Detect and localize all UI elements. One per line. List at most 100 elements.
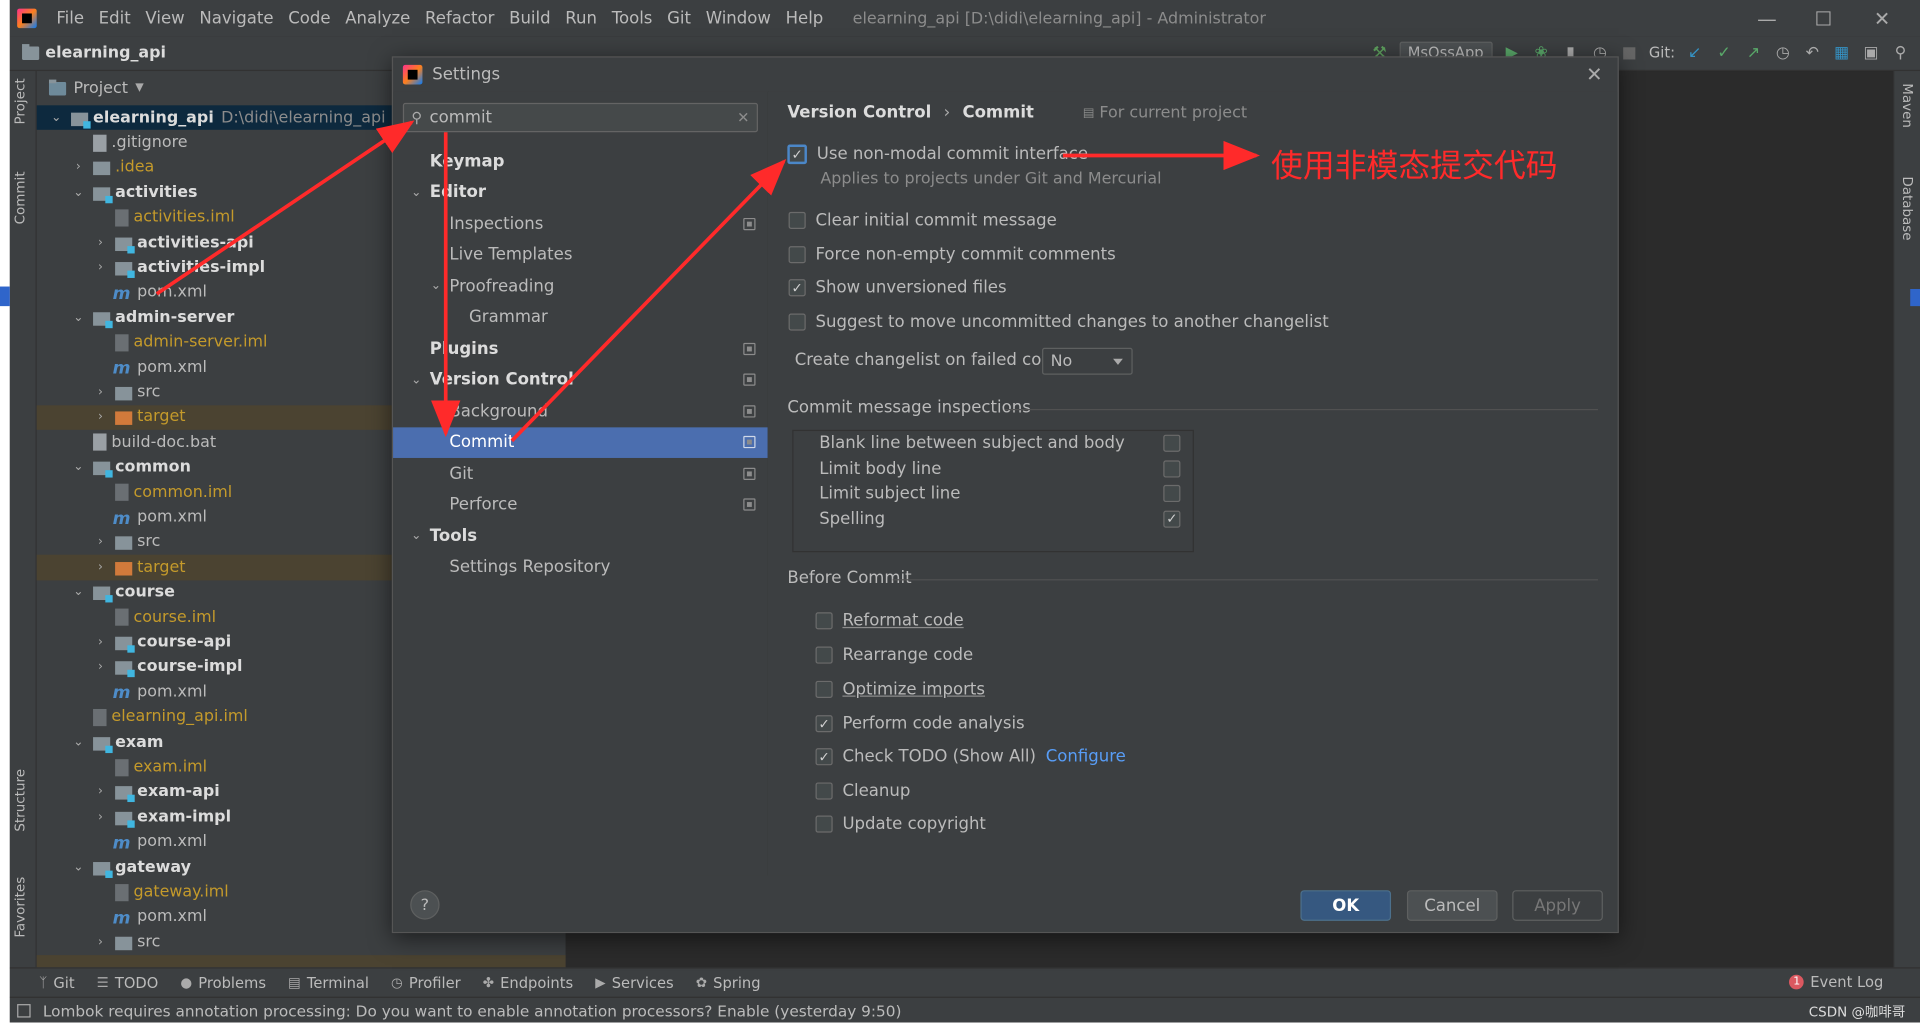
commit-tool-tab[interactable]: Commit xyxy=(12,171,28,224)
todo-tool-button[interactable]: ☰ TODO xyxy=(97,974,159,991)
settings-search-input[interactable]: ⚲ commit ✕ xyxy=(402,102,758,133)
status-message[interactable]: Lombok requires annotation processing: D… xyxy=(43,1001,902,1019)
favorites-tool-tab[interactable]: Favorites xyxy=(12,877,28,938)
before-reformat-code[interactable]: Reformat code xyxy=(815,611,964,631)
menu-code[interactable]: Code xyxy=(281,9,338,29)
menu-view[interactable]: View xyxy=(138,9,192,29)
inspection-row[interactable]: Spelling ✓ xyxy=(793,506,1192,531)
before-rearrange-code[interactable]: Rearrange code xyxy=(815,645,973,665)
nav-plugins[interactable]: Plugins xyxy=(393,333,768,364)
configure-link[interactable]: Configure xyxy=(1046,747,1126,767)
project-structure-icon[interactable]: ▦ xyxy=(1832,43,1852,63)
option-force-non-empty[interactable]: Force non-empty commit comments xyxy=(788,245,1116,264)
cancel-button[interactable]: Cancel xyxy=(1406,890,1498,921)
nav-version-control[interactable]: ⌄ Version Control xyxy=(393,364,768,395)
checkbox-unchecked[interactable] xyxy=(1163,460,1181,478)
breadcrumb-version-control[interactable]: Version Control xyxy=(787,103,931,123)
git-push-icon[interactable]: ↗ xyxy=(1744,43,1764,63)
before-update-copyright[interactable]: Update copyright xyxy=(815,814,986,834)
history-icon[interactable]: ◷ xyxy=(1773,43,1793,63)
menu-file[interactable]: File xyxy=(49,9,91,29)
menu-git[interactable]: Git xyxy=(660,9,699,29)
services-tool-button[interactable]: ▶ Services xyxy=(595,974,673,991)
help-button[interactable]: ? xyxy=(410,890,440,920)
checkbox-checked[interactable]: ✓ xyxy=(815,715,833,733)
checkbox-unchecked[interactable] xyxy=(815,782,833,800)
menu-build[interactable]: Build xyxy=(502,9,558,29)
apply-button[interactable]: Apply xyxy=(1512,890,1603,921)
checkbox-checked[interactable]: ✓ xyxy=(1163,510,1181,528)
option-non-modal-commit[interactable]: ✓ Use non-modal commit interface xyxy=(787,144,1088,165)
maximize-icon[interactable]: ☐ xyxy=(1795,0,1851,37)
status-toggle-icon[interactable] xyxy=(17,1003,31,1017)
option-suggest-move[interactable]: Suggest to move uncommitted changes to a… xyxy=(788,312,1329,332)
nav-git[interactable]: Git xyxy=(393,458,768,489)
git-tool-button[interactable]: ᛉ Git xyxy=(39,974,74,991)
changelist-select[interactable]: No xyxy=(1042,347,1133,375)
inspection-row[interactable]: Limit subject line xyxy=(793,481,1192,506)
close-icon[interactable]: ✕ xyxy=(1583,62,1605,85)
checkbox-unchecked[interactable] xyxy=(815,646,833,664)
problems-tool-button[interactable]: ● Problems xyxy=(180,974,266,991)
checkbox-unchecked[interactable] xyxy=(815,815,833,833)
menu-analyze[interactable]: Analyze xyxy=(338,9,418,29)
profiler-tool-button[interactable]: ◷ Profiler xyxy=(391,974,461,991)
checkbox-checked[interactable]: ✓ xyxy=(787,144,807,165)
structure-tool-tab[interactable]: Structure xyxy=(12,769,28,832)
menu-tools[interactable]: Tools xyxy=(604,9,659,29)
tree-row-partial[interactable] xyxy=(36,954,566,967)
nav-editor[interactable]: ⌄ Editor xyxy=(393,177,768,208)
checkbox-checked[interactable]: ✓ xyxy=(815,748,833,766)
layout-icon[interactable]: ▣ xyxy=(1861,43,1881,63)
checkbox-unchecked[interactable] xyxy=(1163,485,1181,503)
checkbox-unchecked[interactable] xyxy=(815,612,833,630)
checkbox-unchecked[interactable] xyxy=(788,246,806,264)
tree-row[interactable]: › src xyxy=(37,930,566,955)
nav-background[interactable]: Background xyxy=(393,396,768,427)
nav-inspections[interactable]: Inspections xyxy=(393,208,768,239)
close-window-icon[interactable]: ✕ xyxy=(1854,0,1910,37)
option-show-unversioned[interactable]: ✓ Show unversioned files xyxy=(788,278,1007,298)
project-tool-tab[interactable]: Project xyxy=(12,78,28,124)
git-commit-icon[interactable]: ✓ xyxy=(1714,43,1734,63)
terminal-tool-button[interactable]: ▤ Terminal xyxy=(288,974,369,991)
clear-search-icon[interactable]: ✕ xyxy=(737,109,749,126)
nav-grammar[interactable]: Grammar xyxy=(393,302,768,333)
menu-window[interactable]: Window xyxy=(698,9,778,29)
nav-keymap[interactable]: Keymap xyxy=(393,146,768,177)
spring-tool-button[interactable]: ✿ Spring xyxy=(696,974,761,991)
ok-button[interactable]: OK xyxy=(1300,890,1392,921)
minimize-icon[interactable]: — xyxy=(1739,0,1795,37)
search-everywhere-icon[interactable]: ⚲ xyxy=(1891,43,1911,63)
menu-edit[interactable]: Edit xyxy=(91,9,138,29)
maven-tool-tab[interactable]: Maven xyxy=(1899,83,1915,128)
before-perform-analysis[interactable]: ✓ Perform code analysis xyxy=(815,714,1025,733)
menu-help[interactable]: Help xyxy=(778,9,830,29)
nav-perforce[interactable]: Perforce xyxy=(393,489,768,520)
before-cleanup[interactable]: Cleanup xyxy=(815,781,910,801)
nav-live-templates[interactable]: Live Templates xyxy=(393,239,768,270)
inspection-row[interactable]: Limit body line xyxy=(793,456,1192,481)
menu-navigate[interactable]: Navigate xyxy=(192,9,281,29)
nav-commit[interactable]: Commit xyxy=(393,426,768,458)
menu-run[interactable]: Run xyxy=(558,9,604,29)
option-clear-initial-message[interactable]: Clear initial commit message xyxy=(788,211,1057,230)
menu-refactor[interactable]: Refactor xyxy=(418,9,502,29)
nav-tools[interactable]: ⌄ Tools xyxy=(393,520,768,551)
rollback-icon[interactable]: ↶ xyxy=(1802,43,1822,63)
endpoints-tool-button[interactable]: ✤ Endpoints xyxy=(483,974,573,991)
checkbox-checked[interactable]: ✓ xyxy=(788,279,806,297)
checkbox-unchecked[interactable] xyxy=(1163,435,1181,453)
stop-icon[interactable]: ■ xyxy=(1620,43,1640,63)
checkbox-unchecked[interactable] xyxy=(788,313,806,331)
database-tool-tab[interactable]: Database xyxy=(1899,176,1915,240)
before-optimize-imports[interactable]: Optimize imports xyxy=(815,680,985,699)
checkbox-unchecked[interactable] xyxy=(788,211,806,229)
nav-settings-repository[interactable]: Settings Repository xyxy=(393,552,768,583)
before-check-todo[interactable]: ✓ Check TODO (Show All) Configure xyxy=(815,747,1126,767)
inspection-row[interactable]: Blank line between subject and body xyxy=(793,431,1192,456)
breadcrumb[interactable]: elearning_api xyxy=(22,44,166,62)
git-update-icon[interactable]: ↙ xyxy=(1685,43,1705,63)
dialog-title-bar[interactable]: Settings xyxy=(393,58,1618,92)
checkbox-unchecked[interactable] xyxy=(815,680,833,698)
